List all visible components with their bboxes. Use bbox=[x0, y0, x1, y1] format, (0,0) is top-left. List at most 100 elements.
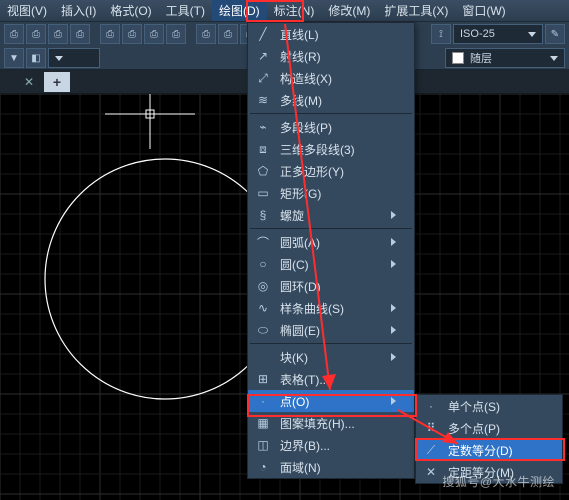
menu-item-label: 正多边形(Y) bbox=[280, 163, 396, 180]
tool-icon[interactable]: ◧ bbox=[26, 48, 46, 68]
menu-item[interactable]: ·点(O) bbox=[248, 390, 414, 412]
dim-style-select[interactable]: ISO-25 bbox=[453, 24, 543, 44]
tool-icon[interactable]: ⎙ bbox=[4, 24, 24, 44]
color-swatch-icon bbox=[452, 52, 464, 64]
menu-window[interactable]: 窗口(W) bbox=[455, 0, 512, 21]
tool-icon[interactable]: ⎙ bbox=[122, 24, 142, 44]
menu-item-icon: ⟋ bbox=[422, 441, 440, 459]
menu-item-icon: ⤢ bbox=[254, 69, 272, 87]
menu-item[interactable]: ⬭椭圆(E) bbox=[248, 319, 414, 341]
menu-item[interactable]: ◎ 圆环(D) bbox=[248, 275, 414, 297]
chevron-down-icon bbox=[550, 56, 558, 61]
menu-item-icon: ⌒ bbox=[254, 233, 272, 251]
menu-item[interactable]: ⌁多段线(P) bbox=[248, 116, 414, 138]
menu-item[interactable]: ╱ 直线(L) bbox=[248, 23, 414, 45]
menu-item[interactable]: ⤢构造线(X) bbox=[248, 67, 414, 89]
layer-quick[interactable] bbox=[48, 48, 100, 68]
menu-item[interactable]: ○圆(C) bbox=[248, 253, 414, 275]
menu-item-icon bbox=[254, 348, 272, 366]
tool-icon[interactable]: ⎙ bbox=[166, 24, 186, 44]
menu-item-icon: ◫ bbox=[254, 436, 272, 454]
menu-item-label: 点(O) bbox=[280, 393, 383, 410]
menu-item[interactable]: ◫ 边界(B)... bbox=[248, 434, 414, 456]
menu-item-icon: ▭ bbox=[254, 184, 272, 202]
tool-icon[interactable]: ▼ bbox=[4, 48, 24, 68]
menu-item-icon: ⧈ bbox=[254, 140, 272, 158]
menu-item-label: 椭圆(E) bbox=[280, 322, 383, 339]
menu-item-label: 多段线(P) bbox=[280, 119, 396, 136]
draw-menu-dropdown: ╱ 直线(L) ↗ 射线(R) ⤢构造线(X) ≋ 多线(M) ⌁多段线(P) ⧈ 三维多段线(3… bbox=[247, 22, 415, 479]
menu-item-label: 圆环(D) bbox=[280, 278, 396, 295]
submenu-item[interactable]: ·单个点(S) bbox=[416, 395, 562, 417]
menu-item-icon: ⊞ bbox=[254, 370, 272, 388]
menu-item-label: 样条曲线(S) bbox=[280, 300, 383, 317]
menu-item-icon: § bbox=[254, 206, 272, 224]
menu-item-icon: ○ bbox=[254, 255, 272, 273]
menu-item-icon: ↗ bbox=[254, 47, 272, 65]
menu-item-label: 三维多段线(3) bbox=[280, 141, 396, 158]
tool-icon[interactable]: ⎙ bbox=[196, 24, 216, 44]
menu-view[interactable]: 视图(V) bbox=[0, 0, 54, 21]
menu-item-icon: ≋ bbox=[254, 91, 272, 109]
point-submenu: ·单个点(S)⠿多个点(P)⟋定数等分(D)✕定距等分(M) bbox=[415, 394, 563, 484]
menu-item-label: 直线(L) bbox=[280, 26, 396, 43]
tool-icon[interactable]: ⎙ bbox=[48, 24, 68, 44]
chevron-down-icon bbox=[55, 56, 63, 61]
menu-item[interactable]: ▭矩形(G) bbox=[248, 182, 414, 204]
menu-extend[interactable]: 扩展工具(X) bbox=[377, 0, 455, 21]
menu-draw[interactable]: 绘图(D) bbox=[212, 0, 267, 21]
menu-item-icon: ∿ bbox=[254, 299, 272, 317]
menu-item-icon: ✕ bbox=[422, 463, 440, 481]
menu-item-label: 块(K) bbox=[280, 349, 383, 366]
tab-add[interactable]: + bbox=[44, 72, 70, 92]
tool-icon[interactable]: ⎙ bbox=[144, 24, 164, 44]
tool-icon[interactable]: ⎙ bbox=[26, 24, 46, 44]
menu-tools[interactable]: 工具(T) bbox=[159, 0, 212, 21]
menu-item-icon: ▦ bbox=[254, 414, 272, 432]
menu-item[interactable]: ⌒ 圆弧(A) bbox=[248, 231, 414, 253]
menu-insert[interactable]: 插入(I) bbox=[54, 0, 103, 21]
menu-item-label: 面域(N) bbox=[280, 459, 396, 476]
tab-close[interactable]: ✕ bbox=[18, 72, 40, 92]
menu-item[interactable]: ◔ 面域(N) bbox=[248, 456, 414, 478]
submenu-item[interactable]: ⟋定数等分(D) bbox=[416, 439, 562, 461]
menu-item[interactable]: 块(K) bbox=[248, 346, 414, 368]
submenu-arrow-icon bbox=[391, 260, 396, 268]
menu-item[interactable]: ▦ 图案填充(H)... bbox=[248, 412, 414, 434]
layer-select[interactable]: 随层 bbox=[445, 48, 565, 68]
menu-item[interactable]: §螺旋 bbox=[248, 204, 414, 226]
menu-item-label: 表格(T)... bbox=[280, 371, 396, 388]
menu-item-label: 多个点(P) bbox=[448, 420, 544, 437]
tool-icon[interactable]: ✎ bbox=[545, 24, 565, 44]
submenu-arrow-icon bbox=[391, 238, 396, 246]
menu-item-icon: ◔ bbox=[254, 458, 272, 476]
menu-item[interactable]: ⊞ 表格(T)... bbox=[248, 368, 414, 390]
tool-icon[interactable]: ⎙ bbox=[70, 24, 90, 44]
menu-item-label: 边界(B)... bbox=[280, 437, 396, 454]
menu-item-label: 射线(R) bbox=[280, 48, 396, 65]
menu-item-icon: · bbox=[422, 397, 440, 415]
tool-icon[interactable]: ⎙ bbox=[218, 24, 238, 44]
menu-dimension[interactable]: 标注(N) bbox=[267, 0, 322, 21]
menu-item[interactable]: ↗ 射线(R) bbox=[248, 45, 414, 67]
submenu-item[interactable]: ⠿多个点(P) bbox=[416, 417, 562, 439]
menu-item[interactable]: ≋ 多线(M) bbox=[248, 89, 414, 111]
chevron-down-icon bbox=[528, 32, 536, 37]
submenu-arrow-icon bbox=[391, 326, 396, 334]
menu-item-label: 圆弧(A) bbox=[280, 234, 383, 251]
menu-item-icon: ╱ bbox=[254, 25, 272, 43]
menu-item[interactable]: ⬠正多边形(Y) bbox=[248, 160, 414, 182]
dim-style-icon[interactable]: ⟟ bbox=[431, 24, 451, 44]
menu-item-label: 多线(M) bbox=[280, 92, 396, 109]
menu-item-label: 图案填充(H)... bbox=[280, 415, 396, 432]
menu-modify[interactable]: 修改(M) bbox=[321, 0, 377, 21]
menu-item[interactable]: ⧈ 三维多段线(3) bbox=[248, 138, 414, 160]
submenu-arrow-icon bbox=[391, 397, 396, 405]
menu-format[interactable]: 格式(O) bbox=[103, 0, 158, 21]
submenu-arrow-icon bbox=[391, 211, 396, 219]
tool-icon[interactable]: ⎙ bbox=[100, 24, 120, 44]
watermark: 搜狐号@大水牛测绘 bbox=[442, 473, 555, 490]
menu-item[interactable]: ∿ 样条曲线(S) bbox=[248, 297, 414, 319]
submenu-arrow-icon bbox=[391, 353, 396, 361]
menu-item-icon: ◎ bbox=[254, 277, 272, 295]
